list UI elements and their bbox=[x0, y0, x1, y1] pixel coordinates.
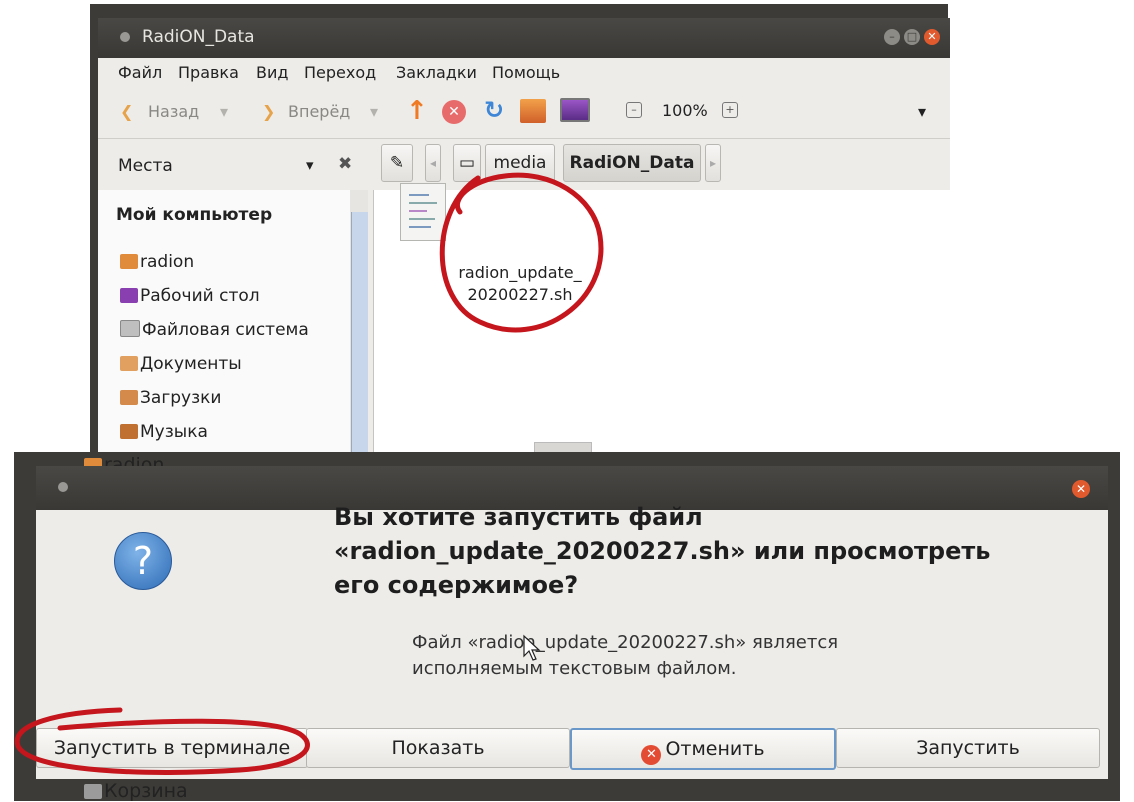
file-annotation-circle bbox=[439, 172, 604, 333]
button-annotation-circle bbox=[14, 707, 310, 775]
red-annotations bbox=[14, 172, 604, 775]
mouse-cursor-icon bbox=[523, 634, 541, 661]
